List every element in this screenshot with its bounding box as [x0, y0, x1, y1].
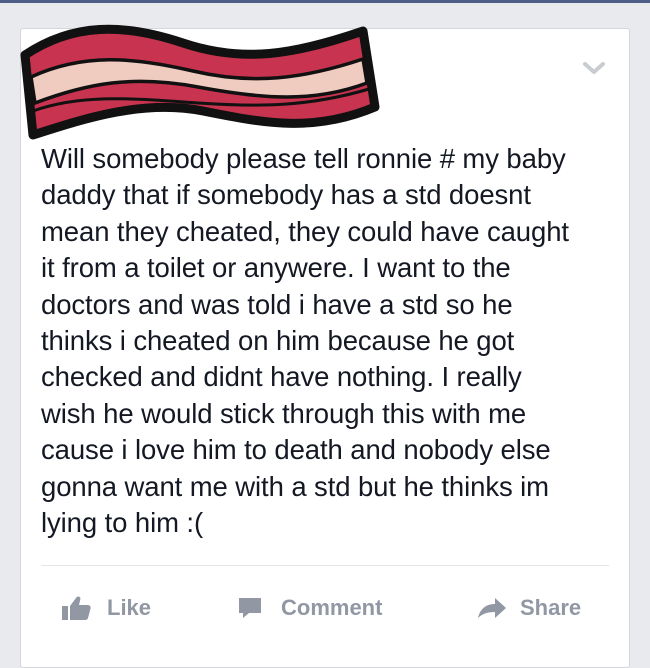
speech-bubble-icon: [239, 598, 261, 618]
comment-button[interactable]: Comment: [237, 591, 382, 625]
divider: [41, 565, 609, 566]
comment-label: Comment: [281, 595, 383, 620]
like-button[interactable]: Like: [61, 591, 151, 625]
share-label: Share: [520, 595, 582, 620]
share-button[interactable]: Share: [477, 591, 581, 625]
chevron-down-icon[interactable]: [581, 59, 607, 77]
post-actions: Like Comment Share: [21, 591, 631, 625]
top-bar: [0, 0, 650, 3]
post-text: Will somebody please tell ronnie # my ba…: [41, 143, 569, 539]
bacon-redaction: [20, 24, 380, 140]
post-card: Will somebody please tell ronnie # my ba…: [20, 24, 631, 668]
share-arrow-icon: [478, 598, 506, 618]
thumbs-up-icon: [62, 596, 91, 620]
like-label: Like: [107, 595, 152, 620]
